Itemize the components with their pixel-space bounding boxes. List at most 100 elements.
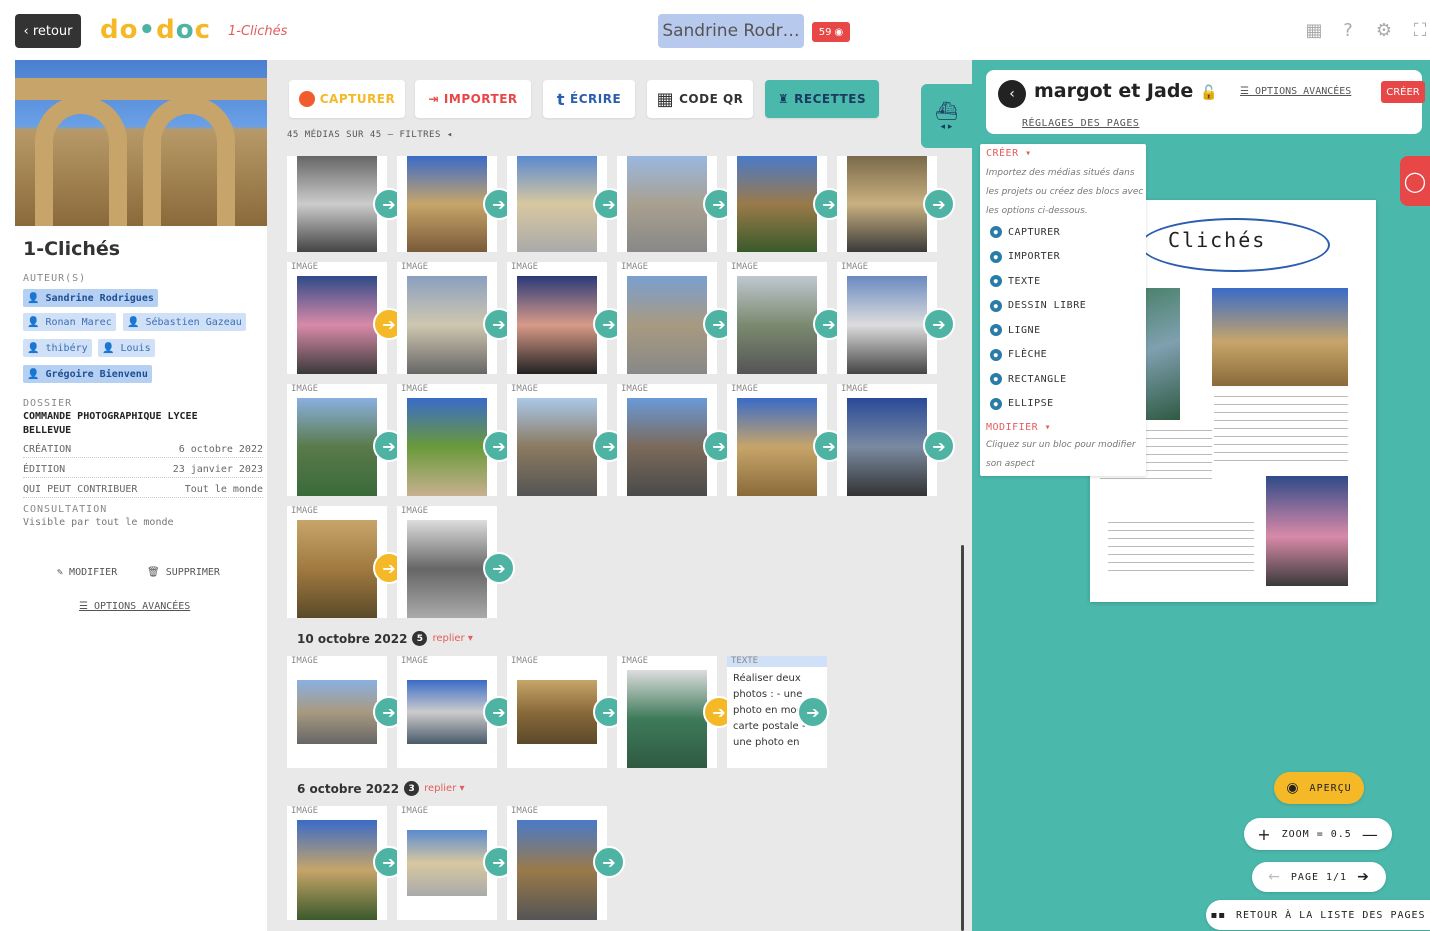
zoom-in-icon[interactable]: + <box>1257 825 1271 844</box>
media-card[interactable]: IMAGE <box>507 384 607 496</box>
next-page-icon[interactable]: ➔ <box>1357 869 1370 885</box>
author-chip[interactable]: 👤 Louis <box>98 339 155 357</box>
menu-item-icon: ● <box>990 299 1002 312</box>
media-card[interactable]: IMAGE <box>397 806 497 920</box>
media-type-label: IMAGE <box>731 384 759 394</box>
notification-badge[interactable]: 59 ◉ <box>812 22 850 42</box>
media-thumbnail <box>297 820 377 920</box>
media-card[interactable] <box>507 156 607 252</box>
media-type-label: IMAGE <box>841 384 869 394</box>
recipes-button[interactable]: ♜ RECETTES <box>765 80 879 118</box>
back-to-pages-button[interactable]: ▪▪ RETOUR À LA LISTE DES PAGES <box>1206 900 1430 930</box>
media-thumbnail <box>737 276 817 374</box>
back-button[interactable]: ‹ retour <box>15 14 81 48</box>
qr-code-button[interactable]: ▦ CODE QR <box>647 80 753 118</box>
back-icon[interactable]: ‹ <box>998 80 1026 108</box>
menu-item-texte[interactable]: ● TEXTE <box>990 275 1041 287</box>
logo[interactable]: d o • d o c <box>100 15 211 45</box>
media-thumbnail <box>847 156 927 252</box>
media-card[interactable]: IMAGE <box>617 384 717 496</box>
media-count-filters[interactable]: 45 MÉDIAS SUR 45 — FILTRES ◂ <box>287 130 453 140</box>
author-chip[interactable]: 👤 Grégoire Bienvenu <box>23 365 152 383</box>
media-card[interactable]: IMAGE <box>727 262 827 374</box>
contrib-row: QUI PEUT CONTRIBUER Tout le monde <box>23 484 263 498</box>
menu-modify-header[interactable]: MODIFIER ▾ <box>986 422 1051 433</box>
open-media-icon[interactable]: ➔ <box>593 846 625 878</box>
media-card[interactable]: IMAGE <box>287 656 387 768</box>
zoom-out-icon[interactable]: — <box>1362 825 1379 844</box>
media-card[interactable]: IMAGE <box>617 262 717 374</box>
menu-item-capturer[interactable]: ● CAPTURER <box>990 226 1060 238</box>
media-card[interactable]: IMAGE <box>287 384 387 496</box>
gear-icon[interactable]: ⚙ <box>1374 20 1394 41</box>
menu-item-rectangle[interactable]: ● RECTANGLE <box>990 373 1067 385</box>
media-type-label: IMAGE <box>511 262 539 272</box>
author-chip[interactable]: 👤 thibéry <box>23 339 92 357</box>
media-type-label: IMAGE <box>291 384 319 394</box>
breadcrumb-project[interactable]: 1-Clichés <box>228 24 287 39</box>
toggle-editor-button[interactable]: ⛴ ◂ ▸ <box>921 84 972 148</box>
media-card[interactable]: IMAGE <box>287 506 387 618</box>
media-card[interactable]: IMAGE <box>507 262 607 374</box>
menu-item-dessin-libre[interactable]: ● DESSIN LIBRE <box>990 299 1086 312</box>
media-thumbnail <box>517 276 597 374</box>
media-card[interactable]: IMAGE <box>397 656 497 768</box>
open-media-icon[interactable]: ➔ <box>923 308 955 340</box>
media-card[interactable]: IMAGE <box>507 656 607 768</box>
preview-button[interactable]: ◉ APERÇU <box>1274 772 1364 804</box>
create-button[interactable]: CRÉER <box>1381 81 1425 103</box>
media-card[interactable]: IMAGE <box>837 262 937 374</box>
open-media-icon[interactable]: ➔ <box>923 430 955 462</box>
advanced-options-link[interactable]: ☰ OPTIONS AVANCÉES <box>79 601 190 612</box>
author-chip[interactable]: 👤 Sébastien Gazeau <box>123 313 246 331</box>
help-icon[interactable]: ? <box>1338 20 1358 41</box>
page-settings-link[interactable]: RÉGLAGES DES PAGES <box>1022 118 1139 129</box>
media-card[interactable]: IMAGE <box>617 656 717 768</box>
media-scrollbar[interactable] <box>961 545 964 931</box>
text-block[interactable] <box>1214 396 1348 462</box>
text-block[interactable] <box>1108 522 1254 574</box>
media-card[interactable]: IMAGE <box>287 262 387 374</box>
author-chip[interactable]: 👤 Sandrine Rodrigues <box>23 289 158 307</box>
qr-icon[interactable]: ▦ <box>1304 20 1324 41</box>
menu-item-importer[interactable]: ● IMPORTER <box>990 250 1060 263</box>
media-card[interactable]: IMAGE <box>837 384 937 496</box>
photo-block[interactable] <box>1266 476 1348 586</box>
fold-toggle[interactable]: replier ▾ <box>424 783 464 794</box>
media-thumbnail <box>737 156 817 252</box>
write-button[interactable]: t ÉCRIRE <box>543 80 635 118</box>
photo-block[interactable] <box>1212 288 1348 386</box>
modify-button[interactable]: ✎ MODIFIER <box>57 567 117 578</box>
media-card[interactable] <box>397 156 497 252</box>
editor-advanced-options[interactable]: ☰ OPTIONS AVANCÉES <box>1240 86 1351 97</box>
media-card[interactable]: IMAGE <box>727 384 827 496</box>
media-card[interactable] <box>837 156 937 252</box>
chat-icon[interactable]: ◯ <box>1400 156 1430 206</box>
media-card[interactable] <box>617 156 717 252</box>
open-media-icon[interactable]: ➔ <box>483 552 515 584</box>
prev-page-icon[interactable]: ← <box>1268 869 1281 885</box>
media-card[interactable] <box>287 156 387 252</box>
media-card[interactable] <box>727 156 827 252</box>
menu-item-ellipse[interactable]: ● ELLIPSE <box>990 397 1054 410</box>
media-thumbnail <box>297 520 377 618</box>
media-card[interactable]: IMAGE <box>507 806 607 920</box>
delete-button[interactable]: 🗑 SUPPRIMER <box>147 567 220 578</box>
media-card[interactable]: IMAGE <box>287 806 387 920</box>
menu-create-header[interactable]: CRÉER ▾ <box>986 148 1032 159</box>
top-bar: ‹ retour d o • d o c 1-Clichés Sandrine Rodr…… <box>0 0 1430 60</box>
media-card[interactable]: IMAGE <box>397 506 497 618</box>
author-chip[interactable]: 👤 Ronan Marec <box>23 313 116 331</box>
menu-item-flèche[interactable]: ● FLÈCHE <box>990 348 1047 361</box>
page-heading-block[interactable]: Clichés <box>1168 228 1266 252</box>
fold-toggle[interactable]: replier ▾ <box>432 633 472 644</box>
open-media-icon[interactable]: ➔ <box>923 188 955 220</box>
user-button[interactable]: Sandrine Rodr… <box>658 14 804 48</box>
import-button[interactable]: ⇥ IMPORTER <box>415 80 531 118</box>
open-media-icon[interactable]: ➔ <box>797 696 829 728</box>
media-card[interactable]: IMAGE <box>397 262 497 374</box>
media-card[interactable]: IMAGE <box>397 384 497 496</box>
capture-button[interactable]: CAPTURER <box>289 80 405 118</box>
fullscreen-icon[interactable]: ⛶ <box>1410 20 1430 41</box>
menu-item-ligne[interactable]: ● LIGNE <box>990 324 1041 336</box>
